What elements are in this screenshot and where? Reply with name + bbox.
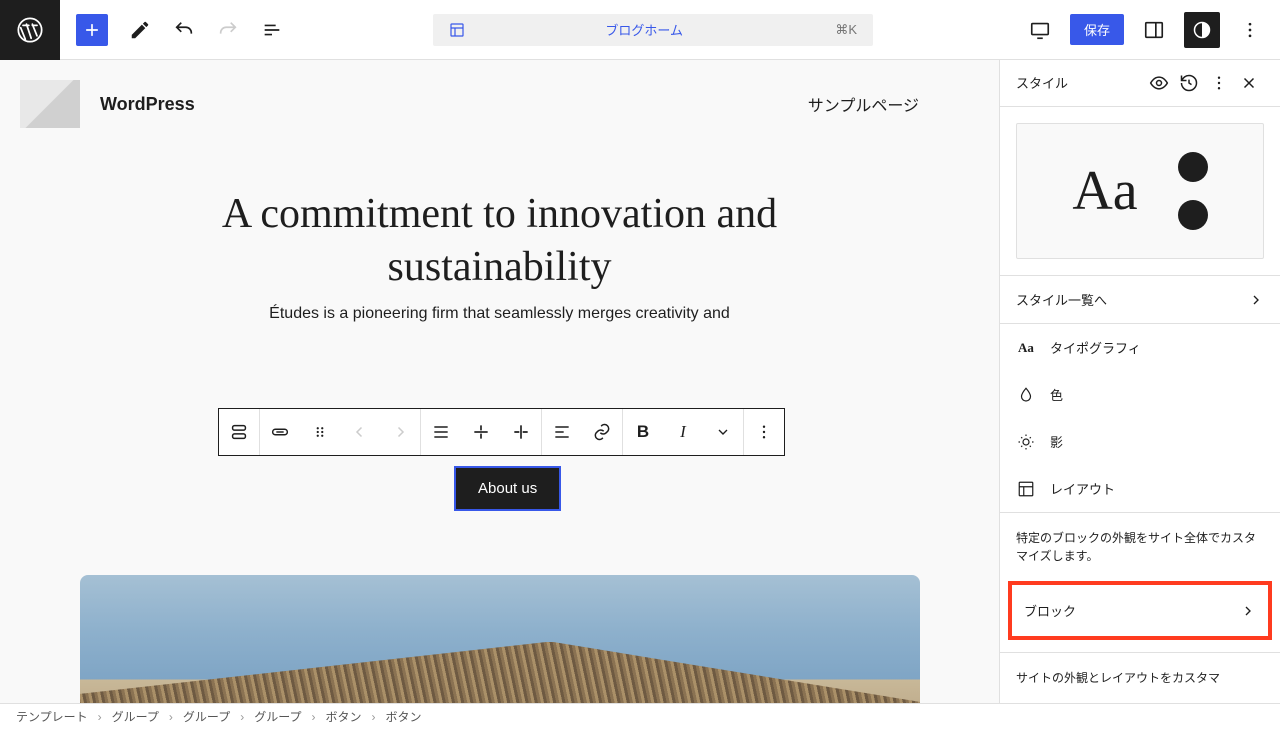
top-toolbar: ブログホーム ⌘K 保存	[0, 0, 1280, 60]
italic-icon[interactable]: I	[663, 409, 703, 455]
more-rich-icon[interactable]	[703, 409, 743, 455]
revisions-icon[interactable]	[1174, 68, 1204, 98]
block-toolbar: B I	[218, 408, 785, 456]
block-description: 特定のブロックの外観をサイト全体でカスタマイズします。	[1000, 512, 1280, 581]
blocks-label: ブロック	[1024, 601, 1076, 620]
align-icon[interactable]	[421, 409, 461, 455]
block-options-icon[interactable]	[744, 409, 784, 455]
preview-typography: Aa	[1072, 159, 1137, 223]
settings-panel-icon[interactable]	[1136, 12, 1172, 48]
blocks-row[interactable]: ブロック	[1012, 585, 1268, 636]
save-button[interactable]: 保存	[1070, 14, 1124, 45]
browse-styles-row[interactable]: スタイル一覧へ	[1000, 275, 1280, 324]
breadcrumb-item[interactable]: グループ	[183, 708, 230, 725]
styles-panel-icon[interactable]	[1184, 12, 1220, 48]
blocks-row-highlighted: ブロック	[1008, 581, 1272, 640]
text-align-icon[interactable]	[542, 409, 582, 455]
layout-row[interactable]: レイアウト	[1000, 465, 1280, 512]
view-icon[interactable]	[1022, 12, 1058, 48]
move-left-icon	[340, 409, 380, 455]
chevron-right-icon	[1248, 292, 1264, 308]
add-block-button[interactable]	[76, 14, 108, 46]
styles-sidebar: スタイル Aa スタイル一覧へ Aa タイポグラフィ 色	[1000, 60, 1280, 703]
breadcrumb-item[interactable]: ボタン	[386, 708, 422, 725]
link-icon[interactable]	[582, 409, 622, 455]
document-title: ブログホーム	[453, 20, 835, 39]
breadcrumb-item[interactable]: ボタン	[325, 708, 361, 725]
more-description: サイトの外観とレイアウトをカスタマ	[1000, 652, 1280, 703]
hero-image[interactable]	[80, 575, 920, 703]
edit-icon[interactable]	[128, 18, 152, 42]
style-preview[interactable]: Aa	[1016, 123, 1264, 259]
chevron-right-icon	[1240, 603, 1256, 619]
drag-handle-icon[interactable]	[300, 409, 340, 455]
site-title[interactable]: WordPress	[100, 94, 195, 115]
sidebar-title: スタイル	[1016, 73, 1144, 92]
block-type-icon[interactable]	[219, 409, 259, 455]
vert-align-icon[interactable]	[461, 409, 501, 455]
breadcrumb-item[interactable]: グループ	[254, 708, 301, 725]
list-view-icon[interactable]	[260, 18, 284, 42]
browse-styles-label: スタイル一覧へ	[1016, 290, 1107, 309]
undo-icon[interactable]	[172, 18, 196, 42]
sun-icon	[1016, 433, 1036, 451]
button-style-icon[interactable]	[260, 409, 300, 455]
color-row[interactable]: 色	[1000, 371, 1280, 418]
typography-icon: Aa	[1016, 340, 1036, 356]
move-right-icon	[380, 409, 420, 455]
eye-icon[interactable]	[1144, 68, 1174, 98]
document-title-bar[interactable]: ブログホーム ⌘K	[433, 14, 873, 46]
shadow-row[interactable]: 影	[1000, 418, 1280, 465]
drop-icon	[1016, 386, 1036, 404]
redo-icon[interactable]	[216, 18, 240, 42]
close-sidebar-icon[interactable]	[1234, 68, 1264, 98]
shortcut-hint: ⌘K	[835, 22, 857, 38]
typography-row[interactable]: Aa タイポグラフィ	[1000, 324, 1280, 371]
hero-heading[interactable]: A commitment to innovation and sustainab…	[180, 188, 820, 293]
editor-canvas[interactable]: WordPress サンプルページ A commitment to innova…	[0, 60, 1000, 703]
site-logo-placeholder[interactable]	[20, 80, 80, 128]
width-icon[interactable]	[501, 409, 541, 455]
bold-icon[interactable]: B	[623, 409, 663, 455]
sidebar-more-icon[interactable]	[1204, 68, 1234, 98]
site-header: WordPress サンプルページ	[0, 60, 999, 148]
breadcrumb-item[interactable]: テンプレート	[16, 708, 88, 725]
breadcrumb-item[interactable]: グループ	[112, 708, 159, 725]
wp-logo[interactable]	[0, 0, 60, 60]
layout-icon	[1016, 480, 1036, 498]
selected-button-block[interactable]: About us	[454, 466, 561, 511]
nav-item[interactable]: サンプルページ	[808, 92, 979, 116]
breadcrumb: テンプレート› グループ› グループ› グループ› ボタン› ボタン	[0, 703, 1280, 729]
more-options-icon[interactable]	[1232, 12, 1268, 48]
hero-subtitle[interactable]: Études is a pioneering firm that seamles…	[80, 305, 919, 323]
preview-colors	[1178, 152, 1208, 230]
